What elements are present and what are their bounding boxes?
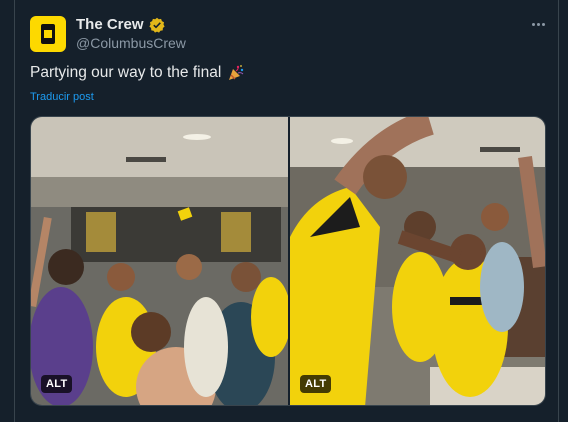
alt-text-badge[interactable]: ALT bbox=[41, 375, 73, 393]
timeline-border-right bbox=[558, 0, 559, 422]
party-popper-icon bbox=[229, 65, 244, 80]
media-grid: ALT ALT bbox=[30, 116, 546, 406]
photo-2-image bbox=[290, 117, 545, 405]
avatar[interactable] bbox=[30, 16, 66, 52]
display-name[interactable]: The Crew bbox=[76, 16, 144, 33]
crew-logo-icon bbox=[41, 24, 55, 44]
author-handle[interactable]: @ColumbusCrew bbox=[76, 35, 186, 51]
alt-text-badge[interactable]: ALT bbox=[300, 375, 332, 393]
timeline-border-left bbox=[14, 0, 15, 422]
author-name-row: The Crew bbox=[76, 16, 165, 33]
photo-1-image bbox=[31, 117, 288, 405]
verified-badge-icon[interactable] bbox=[148, 17, 165, 33]
translate-post-link[interactable]: Traducir post bbox=[30, 91, 94, 103]
more-options-icon[interactable] bbox=[528, 14, 548, 34]
tweet-text: Partying our way to the final bbox=[30, 64, 245, 82]
photo-locker-room-celebration[interactable]: ALT bbox=[31, 117, 288, 405]
photo-players-singing[interactable]: ALT bbox=[290, 117, 545, 405]
tweet-text-content: Partying our way to the final bbox=[30, 64, 222, 81]
